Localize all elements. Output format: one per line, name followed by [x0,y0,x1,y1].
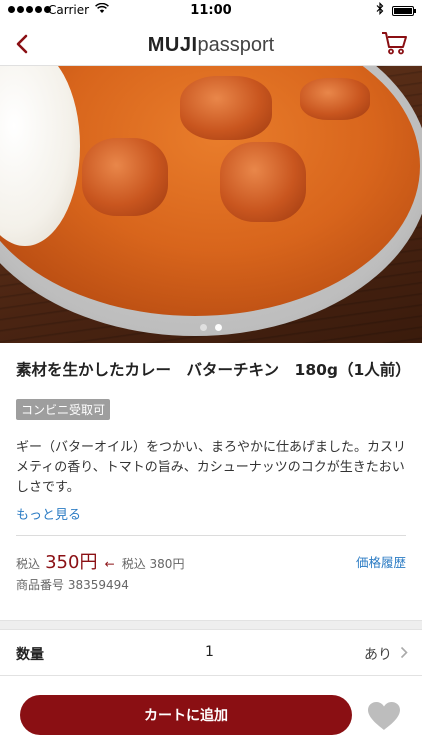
product-description: ギー（バターオイル）をつかい、まろやかに仕あげました。カスリメティの香り、トマト… [16,440,407,495]
page-dot-active[interactable] [215,324,222,331]
divider [16,535,406,536]
product-number: 商品番号 38359494 [16,578,129,592]
product-title: 素材を生かしたカレー バターチキン 180g（1人前） [16,361,411,379]
battery-icon [392,6,416,16]
page-dot[interactable] [200,324,207,331]
price-history-link[interactable]: 価格履歴 [356,552,406,571]
logo-suffix: passport [197,34,275,56]
arrow-left-icon: ← [104,557,115,571]
cart-button[interactable] [380,30,410,58]
current-price: 350円 [45,552,98,573]
product-image-carousel[interactable] [0,66,422,343]
carousel-page-indicator [0,324,422,331]
status-time: 11:00 [190,3,232,18]
product-details: 素材を生かしたカレー バターチキン 180g（1人前） コンビニ受取可 ギー（バ… [0,343,422,593]
heart-icon [368,702,400,730]
navigation-bar: MUJIpassport [0,22,422,66]
logo-brand: MUJI [147,34,198,56]
favorite-button[interactable] [366,700,402,732]
previous-price: 税込 380円 [121,557,185,571]
muji-passport-logo: MUJIpassport [0,32,422,57]
quantity-label: 数量 [16,647,44,663]
chicken-piece [82,138,168,216]
chicken-piece [180,76,272,140]
section-separator [0,620,422,630]
quantity-value[interactable]: 1 [205,644,214,660]
quantity-row[interactable]: 数量 1 あり [0,630,422,676]
add-to-cart-button[interactable]: カートに追加 [20,695,352,735]
status-bar: Carrier 11:00 [0,0,422,22]
show-more-link[interactable]: もっと見る [16,504,406,523]
chicken-piece [220,142,306,222]
cart-icon [382,32,407,55]
price-tax-label: 税込 [16,557,41,571]
chicken-piece [300,78,370,120]
chevron-right-icon [400,646,408,659]
price-row: 税込 350円 ← 税込 380円 価格履歴 [16,548,406,573]
bluetooth-icon [376,2,384,18]
stock-status: あり [364,647,392,663]
convenience-store-pickup-badge: コンビニ受取可 [16,399,111,420]
